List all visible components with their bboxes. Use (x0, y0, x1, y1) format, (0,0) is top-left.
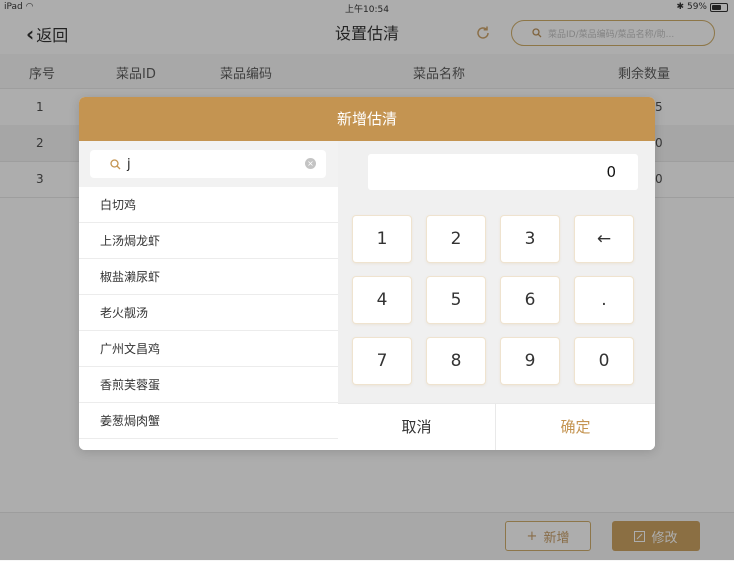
dialog-title: 新增估清 (79, 97, 655, 141)
dish-picker: j × 白切鸡 上汤焗龙虾 椒盐濑尿虾 老火靓汤 广州文昌鸡 香煎芙蓉蛋 姜葱焗… (79, 141, 338, 450)
key-2[interactable]: 2 (427, 216, 485, 262)
cancel-button[interactable]: 取消 (338, 404, 496, 450)
dish-list: 白切鸡 上汤焗龙虾 椒盐濑尿虾 老火靓汤 广州文昌鸡 香煎芙蓉蛋 姜葱焗肉蟹 (79, 187, 338, 439)
key-9[interactable]: 9 (501, 338, 559, 384)
key-3[interactable]: 3 (501, 216, 559, 262)
backspace-key[interactable]: ← (575, 216, 633, 262)
list-item[interactable]: 椒盐濑尿虾 (79, 259, 338, 295)
dish-filter-input[interactable]: j × (90, 150, 326, 178)
key-0[interactable]: 0 (575, 338, 633, 384)
confirm-button[interactable]: 确定 (496, 404, 655, 450)
filter-bar: j × (79, 141, 338, 187)
quantity-display[interactable]: 0 (368, 154, 638, 190)
add-soldout-dialog: 新增估清 j × 白切鸡 上汤焗龙虾 椒盐濑尿虾 老火靓汤 广州文昌鸡 香煎芙蓉… (79, 97, 655, 450)
key-1[interactable]: 1 (353, 216, 411, 262)
list-item[interactable]: 广州文昌鸡 (79, 331, 338, 367)
key-4[interactable]: 4 (353, 277, 411, 323)
key-6[interactable]: 6 (501, 277, 559, 323)
list-item[interactable]: 香煎芙蓉蛋 (79, 367, 338, 403)
filter-value: j (127, 156, 131, 172)
list-item[interactable]: 白切鸡 (79, 187, 338, 223)
list-item[interactable]: 老火靓汤 (79, 295, 338, 331)
list-item[interactable]: 上汤焗龙虾 (79, 223, 338, 259)
search-icon (110, 158, 121, 169)
clear-icon[interactable]: × (305, 158, 316, 169)
key-5[interactable]: 5 (427, 277, 485, 323)
key-8[interactable]: 8 (427, 338, 485, 384)
list-item[interactable]: 姜葱焗肉蟹 (79, 403, 338, 439)
dialog-footer: 取消 确定 (338, 403, 655, 450)
key-7[interactable]: 7 (353, 338, 411, 384)
key-decimal[interactable]: . (575, 277, 633, 323)
